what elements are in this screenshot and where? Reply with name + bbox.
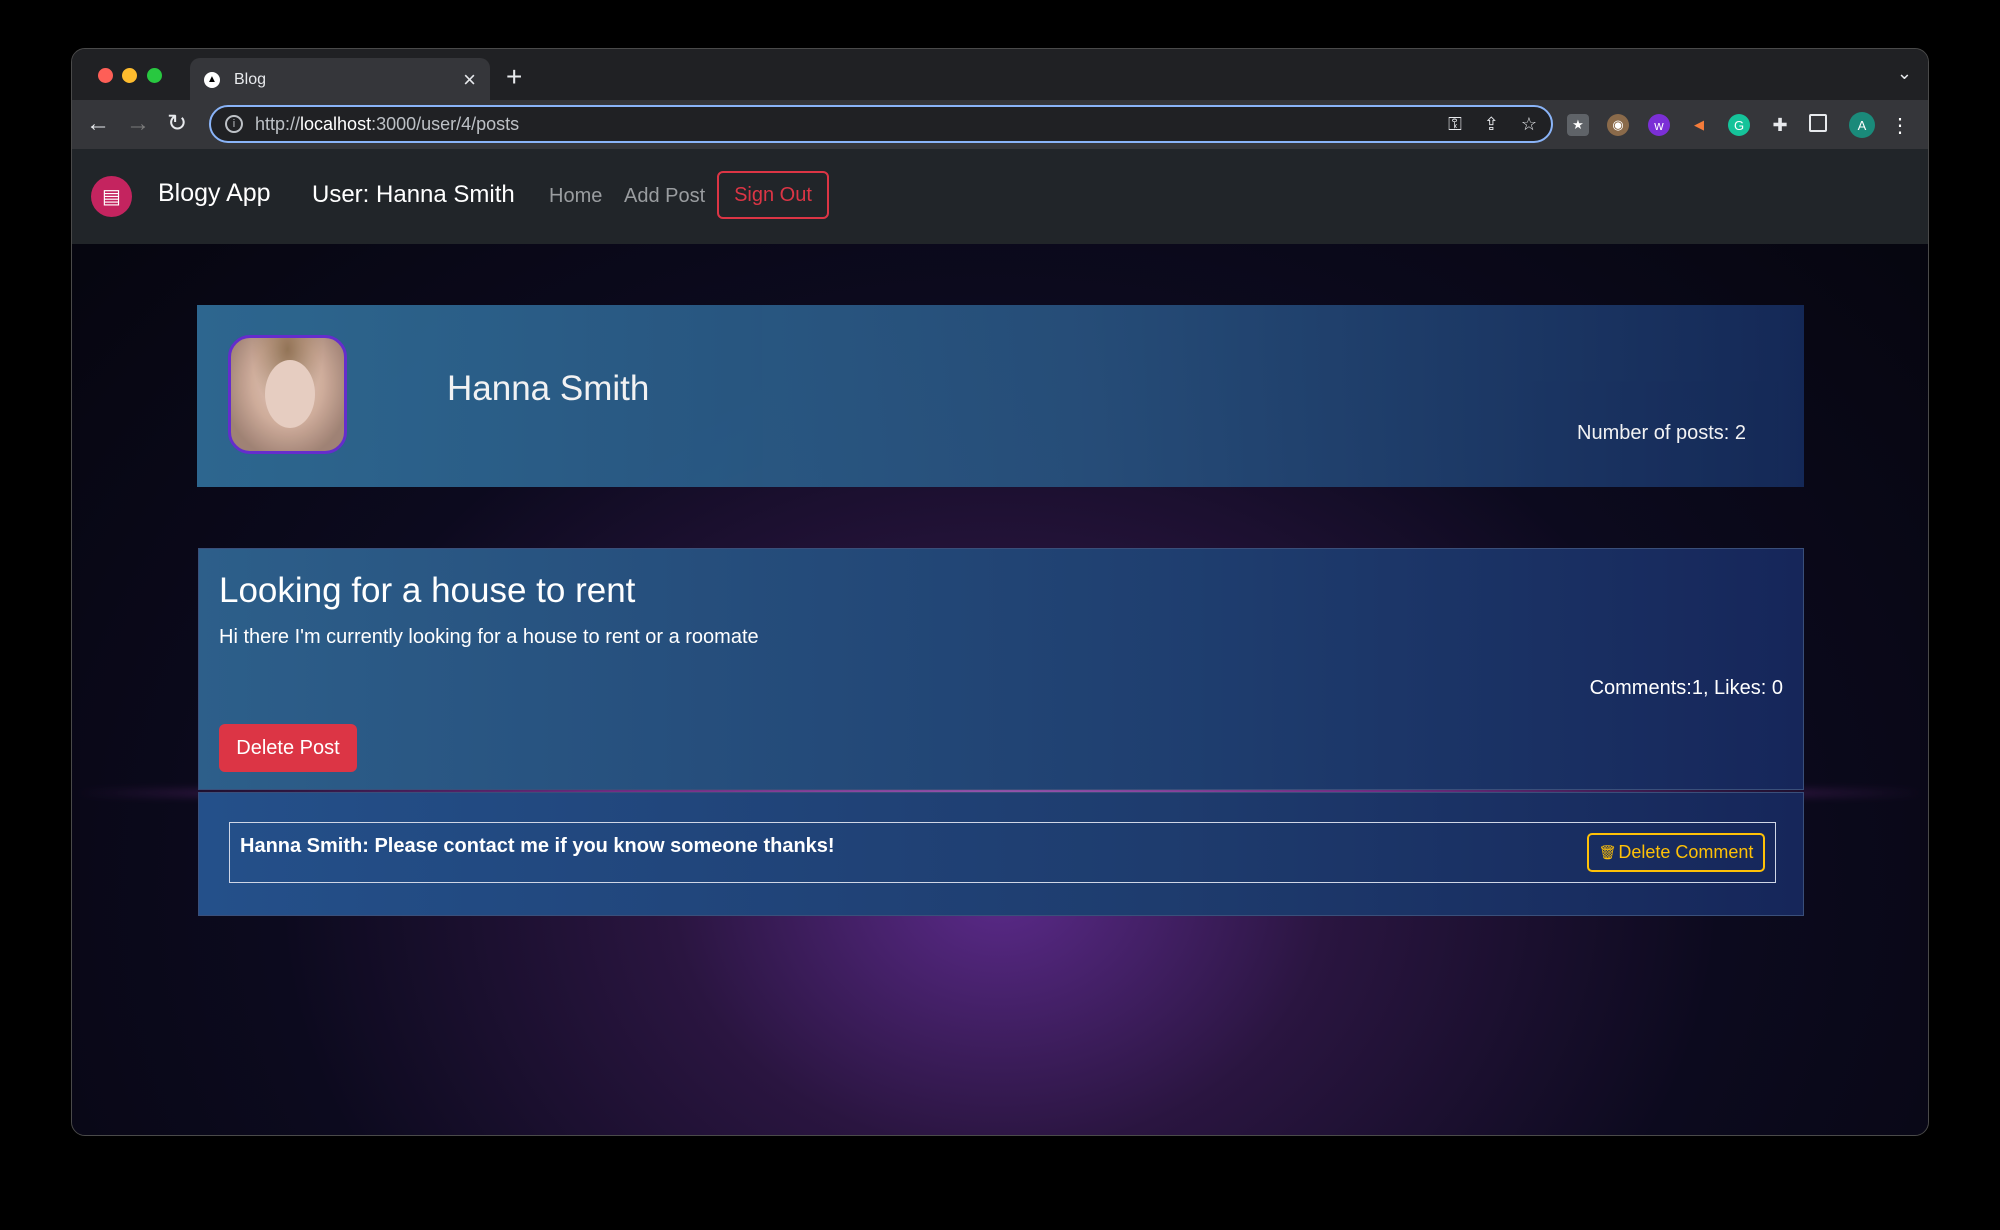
tab-strip: ▲ Blog × + ⌄	[72, 49, 1928, 101]
minimize-window-button[interactable]	[122, 68, 137, 83]
puzzle-icon[interactable]: ✚	[1769, 114, 1791, 136]
comments-section: Hanna Smith: Please contact me if you kn…	[198, 792, 1804, 916]
app-navbar: ▤ Blogy App User: Hanna Smith Home Add P…	[72, 149, 1928, 244]
back-arrow-icon[interactable]: ←	[86, 112, 110, 136]
side-panel-icon[interactable]	[1809, 114, 1827, 132]
new-tab-button[interactable]: +	[506, 61, 522, 93]
delete-comment-label: Delete Comment	[1618, 842, 1754, 862]
address-bar[interactable]: i http://localhost:3000/user/4/posts ⚿ ⇪…	[209, 105, 1553, 143]
delete-comment-button[interactable]: 🗑 Delete Comment	[1587, 833, 1765, 872]
post-stats: Comments:1, Likes: 0	[1589, 677, 1783, 699]
tab-title: Blog	[234, 70, 267, 88]
grammarly-icon[interactable]: G	[1728, 114, 1750, 136]
extension-icon[interactable]: ◉	[1607, 114, 1629, 136]
extension-icon[interactable]: w	[1648, 114, 1670, 136]
forward-arrow-icon[interactable]: →	[126, 112, 150, 136]
maximize-window-button[interactable]	[147, 68, 162, 83]
nav-add-post-link[interactable]: Add Post	[624, 185, 705, 208]
kebab-menu-icon[interactable]: ⋮	[1889, 114, 1911, 137]
browser-toolbar: ← → ↻ i http://localhost:3000/user/4/pos…	[72, 100, 1928, 149]
post-body: Hi there I'm currently looking for a hou…	[219, 626, 759, 648]
post-card: Looking for a house to rent Hi there I'm…	[198, 548, 1804, 790]
tab-blog[interactable]: ▲ Blog ×	[190, 58, 490, 101]
profile-avatar[interactable]: A	[1849, 112, 1875, 138]
chevron-down-icon[interactable]: ⌄	[1897, 63, 1912, 84]
comment-text: Hanna Smith: Please contact me if you kn…	[240, 835, 835, 857]
key-icon[interactable]: ⚿	[1448, 114, 1462, 135]
post-title[interactable]: Looking for a house to rent	[219, 571, 635, 611]
url-text: http://localhost:3000/user/4/posts	[255, 113, 520, 134]
nav-home-link[interactable]: Home	[549, 185, 602, 208]
profile-card: Hanna Smith Number of posts: 2	[197, 305, 1804, 487]
delete-post-button[interactable]: Delete Post	[219, 724, 357, 772]
current-user-label: User: Hanna Smith	[312, 181, 515, 208]
user-avatar	[228, 335, 347, 454]
reload-icon[interactable]: ↻	[167, 112, 187, 136]
brand-link[interactable]: Blogy App	[158, 179, 271, 208]
post-count: Number of posts: 2	[1577, 422, 1746, 444]
app-logo-icon[interactable]: ▤	[91, 176, 132, 217]
close-window-button[interactable]	[98, 68, 113, 83]
trash-icon: 🗑	[1598, 844, 1617, 860]
comment-item: Hanna Smith: Please contact me if you kn…	[229, 822, 1776, 883]
share-icon[interactable]: ⇪	[1484, 114, 1499, 135]
sign-out-button[interactable]: Sign Out	[717, 171, 829, 219]
extension-icon[interactable]: ★	[1567, 114, 1589, 136]
extension-icon[interactable]: ◀	[1688, 114, 1710, 136]
page-content: ▤ Blogy App User: Hanna Smith Home Add P…	[72, 149, 1928, 1135]
browser-window: ▲ Blog × + ⌄ ← → ↻ i http://localhost:30…	[71, 48, 1929, 1136]
close-tab-icon[interactable]: ×	[463, 67, 476, 93]
site-favicon-icon: ▲	[204, 71, 220, 88]
profile-name: Hanna Smith	[447, 369, 650, 408]
site-info-icon[interactable]: i	[225, 115, 243, 133]
star-icon[interactable]: ☆	[1521, 114, 1537, 135]
